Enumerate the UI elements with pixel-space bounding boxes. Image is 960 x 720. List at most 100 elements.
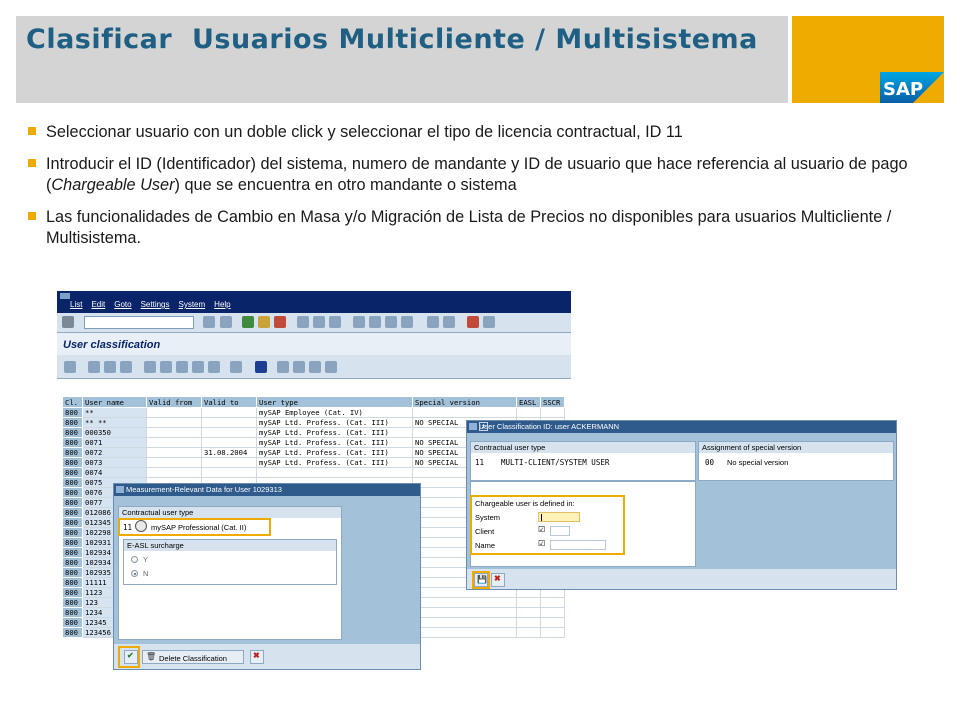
screen-title: User classification xyxy=(63,339,161,351)
prev-row-icon[interactable] xyxy=(293,361,305,373)
col-sscr[interactable]: SSCR xyxy=(540,396,565,408)
command-field[interactable] xyxy=(84,316,194,329)
trash-icon: 🗑 xyxy=(146,652,157,661)
sort-asc-icon[interactable] xyxy=(88,361,100,373)
bullet-list: Seleccionar usuario con un doble click y… xyxy=(28,122,940,260)
menu-settings[interactable]: Settings xyxy=(141,300,170,309)
save-icon[interactable] xyxy=(203,316,215,328)
measurement-dialog: Measurement-Relevant Data for User 10293… xyxy=(113,483,421,670)
disk-icon[interactable] xyxy=(220,316,232,328)
special-value: No special version xyxy=(727,458,789,467)
table-cell xyxy=(412,407,517,418)
table-cell xyxy=(201,427,257,438)
cancel-button[interactable]: ✖ xyxy=(250,650,264,664)
table-cell xyxy=(516,627,541,638)
col-valid-to[interactable]: Valid to xyxy=(201,396,257,408)
table-cell: 800 xyxy=(62,617,83,628)
menu-help[interactable]: Help xyxy=(214,300,230,309)
table-cell: 31.08.2004 xyxy=(201,447,257,458)
first-row-icon[interactable] xyxy=(277,361,289,373)
table-cell xyxy=(146,417,202,428)
table-cell xyxy=(146,407,202,418)
table-cell: ** ** xyxy=(82,417,147,428)
print-preview-icon[interactable] xyxy=(176,361,188,373)
table-cell xyxy=(516,617,541,628)
close-icon[interactable]: × xyxy=(479,422,488,431)
table-cell: 800 xyxy=(62,627,83,638)
radio-y[interactable] xyxy=(131,556,138,563)
back-icon[interactable] xyxy=(242,316,254,328)
layout-icon[interactable] xyxy=(483,316,495,328)
delete-classification-button[interactable]: 🗑 Delete Classification xyxy=(142,650,244,664)
menu-list[interactable]: List xyxy=(70,300,82,309)
classification-dialog: User Classification ID: user ACKERMANN ×… xyxy=(466,420,897,590)
table-cell: 0071 xyxy=(82,437,147,448)
cancel-x-icon: ✖ xyxy=(253,651,260,660)
next-page-icon[interactable] xyxy=(385,316,397,328)
col-easl[interactable]: EASL xyxy=(516,396,541,408)
table-cell: 800 xyxy=(62,507,83,518)
col-user-type[interactable]: User type xyxy=(256,396,413,408)
spreadsheet-icon[interactable] xyxy=(208,361,220,373)
system-menu-icon[interactable] xyxy=(60,293,70,299)
table-row[interactable]: 800 ** mySAP Employee (Cat. IV) xyxy=(62,407,565,418)
info-icon[interactable] xyxy=(255,361,267,373)
col-user-name[interactable]: User name xyxy=(82,396,147,408)
table-cell xyxy=(412,627,517,638)
table-cell: mySAP Ltd. Profess. (Cat. III) xyxy=(256,437,413,448)
export-icon[interactable] xyxy=(144,361,156,373)
print-icon[interactable] xyxy=(297,316,309,328)
dialog-title-bar: Measurement-Relevant Data for User 10293… xyxy=(114,484,420,496)
help-icon[interactable] xyxy=(467,316,479,328)
table-cell: 000350 xyxy=(82,427,147,438)
bullet-item: Introducir el ID (Identificador) del sis… xyxy=(28,154,940,196)
standard-toolbar xyxy=(57,313,571,333)
last-page-icon[interactable] xyxy=(401,316,413,328)
grid-header-row: Cl. User name Valid from Valid to User t… xyxy=(62,396,565,408)
menu-system[interactable]: System xyxy=(179,300,206,309)
menu-edit[interactable]: Edit xyxy=(91,300,105,309)
table-cell: 800 xyxy=(62,557,83,568)
bullet-item: Las funcionalidades de Cambio en Masa y/… xyxy=(28,207,940,249)
radio-n[interactable] xyxy=(131,570,138,577)
first-page-icon[interactable] xyxy=(353,316,365,328)
next-row-icon[interactable] xyxy=(309,361,321,373)
shortcut-icon[interactable] xyxy=(443,316,455,328)
check-icon[interactable] xyxy=(62,316,74,328)
app-title-bar: User classification xyxy=(57,333,571,355)
last-row-icon[interactable] xyxy=(325,361,337,373)
col-valid-from[interactable]: Valid from xyxy=(146,396,202,408)
find-icon[interactable] xyxy=(313,316,325,328)
sort-desc-icon[interactable] xyxy=(104,361,116,373)
bullet-text: Las funcionalidades de Cambio en Masa y/… xyxy=(46,208,892,247)
filter-icon[interactable] xyxy=(120,361,132,373)
grid-layout-icon[interactable] xyxy=(230,361,242,373)
menu-goto[interactable]: Goto xyxy=(114,300,131,309)
prev-page-icon[interactable] xyxy=(369,316,381,328)
new-session-icon[interactable] xyxy=(427,316,439,328)
find-next-icon[interactable] xyxy=(329,316,341,328)
easl-box: E-ASL surcharge Y N xyxy=(123,539,337,585)
table-cell xyxy=(201,407,257,418)
table-cell: 800 xyxy=(62,487,83,498)
table-cell: 800 xyxy=(62,527,83,538)
table-cell xyxy=(540,407,565,418)
application-toolbar xyxy=(57,355,571,379)
menu-bar: List Edit Goto Settings System Help xyxy=(57,291,571,313)
sum-icon[interactable] xyxy=(160,361,172,373)
cancel-button[interactable]: ✖ xyxy=(491,573,505,587)
bullet-square-icon xyxy=(28,127,36,135)
table-cell: 0073 xyxy=(82,457,147,468)
mail-icon[interactable] xyxy=(192,361,204,373)
easl-box-title: E-ASL surcharge xyxy=(124,540,336,551)
confirm-highlight xyxy=(118,646,140,668)
cancel-icon[interactable] xyxy=(274,316,286,328)
table-cell xyxy=(516,597,541,608)
dialog-title: Measurement-Relevant Data for User 10293… xyxy=(126,485,282,494)
col-special-version[interactable]: Special version xyxy=(412,396,517,408)
table-cell: mySAP Employee (Cat. IV) xyxy=(256,407,413,418)
detail-icon[interactable] xyxy=(64,361,76,373)
window-icon xyxy=(116,486,124,493)
col-client[interactable]: Cl. xyxy=(62,396,83,408)
exit-icon[interactable] xyxy=(258,316,270,328)
